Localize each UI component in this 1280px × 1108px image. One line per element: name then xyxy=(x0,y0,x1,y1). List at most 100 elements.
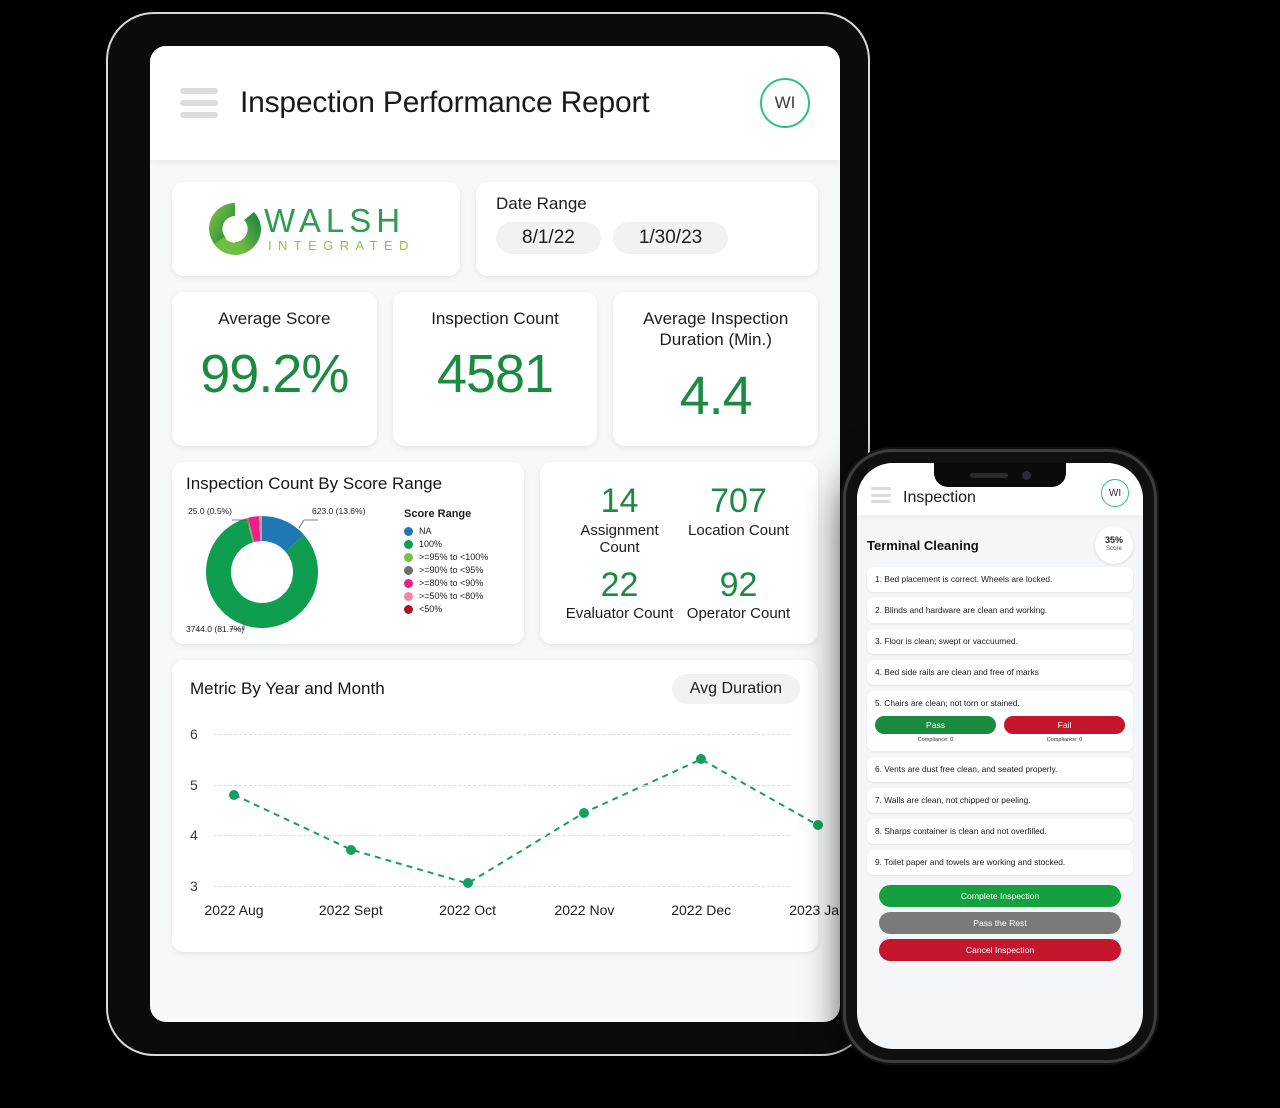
x-axis-tick: 2023 Jan xyxy=(789,902,840,918)
counts-card: 14 Assignment Count 707 Location Count 2… xyxy=(540,462,818,644)
hamburger-menu-icon[interactable] xyxy=(180,88,218,118)
legend-item[interactable]: >=80% to <90% xyxy=(404,578,488,588)
kpi-label: Average Score xyxy=(218,309,331,328)
legend-color-swatch xyxy=(404,552,413,562)
date-range-pills: 8/1/22 1/30/23 xyxy=(496,222,798,254)
y-axis-tick: 5 xyxy=(190,776,198,793)
list-item-active[interactable]: 5. Chairs are clean; not torn or stained… xyxy=(867,690,1133,751)
data-point[interactable] xyxy=(229,789,239,800)
svg-text:INTEGRATED: INTEGRATED xyxy=(268,238,415,253)
legend-item[interactable]: >=90% to <95% xyxy=(404,565,488,575)
item-text: 5. Chairs are clean; not torn or stained… xyxy=(875,697,1020,708)
fail-button[interactable]: Fail xyxy=(1004,715,1125,734)
kpi-label: Inspection Count xyxy=(431,309,559,328)
walsh-integrated-logo-icon: WALSH INTEGRATED xyxy=(209,202,415,255)
date-range-card: Date Range 8/1/22 1/30/23 xyxy=(476,182,818,276)
pass-compliance: Compliance: 0 xyxy=(917,736,954,743)
speaker-icon xyxy=(969,472,1008,478)
item-text: 6. Vents are dust free clean, and seated… xyxy=(875,763,1058,774)
stat-value: 92 xyxy=(719,565,758,604)
phone-page-title: Inspection xyxy=(903,489,976,506)
legend-label: <50% xyxy=(419,604,443,614)
score-percent: 35% xyxy=(1104,535,1123,546)
line-series-path xyxy=(233,758,819,885)
stat-label: Evaluator Count xyxy=(565,605,674,623)
kpi-row: Average Score 99.2% Inspection Count 458… xyxy=(172,292,819,446)
pass-the-rest-button[interactable]: Pass the Rest xyxy=(879,911,1121,934)
legend-color-swatch xyxy=(404,539,413,549)
stat-value: 707 xyxy=(710,481,767,520)
score-gauge: 35% Score xyxy=(1095,526,1133,564)
line-chart-title: Metric By Year and Month xyxy=(190,679,385,698)
y-axis-tick: 3 xyxy=(190,878,198,894)
gridline xyxy=(214,835,790,837)
legend-item[interactable]: 100% xyxy=(404,539,488,549)
legend-color-swatch xyxy=(404,526,413,536)
item-text: 7. Walls are clean, not chipped or peeli… xyxy=(875,794,1031,805)
legend-item[interactable]: >=95% to <100% xyxy=(404,552,488,562)
score-caption: Score xyxy=(1106,546,1122,553)
data-point[interactable] xyxy=(579,807,590,818)
y-axis-tick: 6 xyxy=(190,726,198,742)
gridline xyxy=(214,734,790,735)
list-item[interactable]: 9. Toilet paper and towels are working a… xyxy=(867,849,1133,875)
legend-color-swatch xyxy=(404,565,413,575)
cancel-inspection-button[interactable]: Cancel Inspection xyxy=(879,938,1121,961)
list-item[interactable]: 8. Sharps container is clean and not ove… xyxy=(867,818,1133,844)
list-item[interactable]: 4. Bed side rails are clean and free of … xyxy=(867,659,1133,685)
stat-label: Location Count xyxy=(688,521,789,539)
kpi-inspection-count: Inspection Count 4581 xyxy=(392,292,598,446)
data-point[interactable] xyxy=(345,844,356,855)
stat-operator-count: 92 Operator Count xyxy=(679,562,798,629)
donut-leader-623 xyxy=(298,519,318,529)
list-item[interactable]: 7. Walls are clean, not chipped or peeli… xyxy=(867,787,1133,813)
date-range-start[interactable]: 8/1/22 xyxy=(496,222,601,254)
tablet-device-frame: Inspection Performance Report WI WALSH I… xyxy=(108,14,868,1054)
avatar[interactable]: WI xyxy=(760,78,810,128)
data-point[interactable] xyxy=(696,754,707,765)
x-axis-tick: 2022 Nov xyxy=(554,902,615,918)
item-text: 4. Bed side rails are clean and free of … xyxy=(875,666,1039,677)
date-range-end[interactable]: 1/30/23 xyxy=(612,222,729,254)
legend-item[interactable]: NA xyxy=(404,526,488,536)
kpi-value: 4581 xyxy=(436,344,554,405)
line-chart-svg xyxy=(233,758,819,885)
data-point[interactable] xyxy=(813,820,823,831)
list-item[interactable]: 3. Floor is clean; swept or vaccuumed. xyxy=(867,628,1133,654)
gridline xyxy=(214,784,790,786)
legend-item[interactable]: >=50% to <80% xyxy=(404,591,488,601)
list-item[interactable]: 2. Blinds and hardware are clean and wor… xyxy=(867,597,1133,623)
avatar[interactable]: WI xyxy=(1101,479,1129,507)
list-item[interactable]: 6. Vents are dust free clean, and seated… xyxy=(867,756,1133,782)
pass-button[interactable]: Pass xyxy=(875,715,996,734)
phone-screen: Inspection WI Terminal Cleaning 35% Scor… xyxy=(857,463,1143,1049)
gridline xyxy=(214,886,790,887)
donut-label-25: 25.0 (0.5%) xyxy=(188,506,232,516)
tablet-screen: Inspection Performance Report WI WALSH I… xyxy=(150,46,840,1022)
x-axis-tick: 2022 Aug xyxy=(204,902,264,918)
avg-duration-button[interactable]: Avg Duration xyxy=(671,674,800,704)
data-point[interactable] xyxy=(462,878,473,889)
legend-color-swatch xyxy=(404,604,413,614)
legend-label: >=50% to <80% xyxy=(419,591,484,601)
kpi-average-duration: Average Inspection Duration (Min.) 4.4 xyxy=(613,292,819,446)
kpi-average-score: Average Score 99.2% xyxy=(172,292,377,446)
stat-label: Operator Count xyxy=(686,605,791,623)
stat-value: 14 xyxy=(600,481,639,520)
line-chart-card: Metric By Year and Month Avg Duration 3 4… xyxy=(172,660,840,952)
legend-label: NA xyxy=(419,526,432,536)
legend-item[interactable]: <50% xyxy=(404,604,488,614)
complete-inspection-button[interactable]: Complete Inspection xyxy=(879,884,1121,907)
legend-label: >=95% to <100% xyxy=(419,552,489,562)
legend-title: Score Range xyxy=(404,508,472,520)
kpi-value: 4.4 xyxy=(679,365,753,426)
kpi-label: Average Inspection Duration (Min.) xyxy=(643,309,789,350)
svg-text:WALSH: WALSH xyxy=(264,202,405,239)
hamburger-menu-icon[interactable] xyxy=(871,487,891,503)
stat-label: Assignment Count xyxy=(580,521,659,556)
list-item[interactable]: 1. Bed placement is correct. Wheels are … xyxy=(867,567,1133,592)
item-text: 2. Blinds and hardware are clean and wor… xyxy=(875,604,1048,615)
donut-label-623: 623.0 (13.6%) xyxy=(312,506,366,516)
donut-and-stats-row: Inspection Count By Score Range 25.0 (0.… xyxy=(172,462,818,644)
tablet-app-header: Inspection Performance Report WI xyxy=(150,46,840,160)
